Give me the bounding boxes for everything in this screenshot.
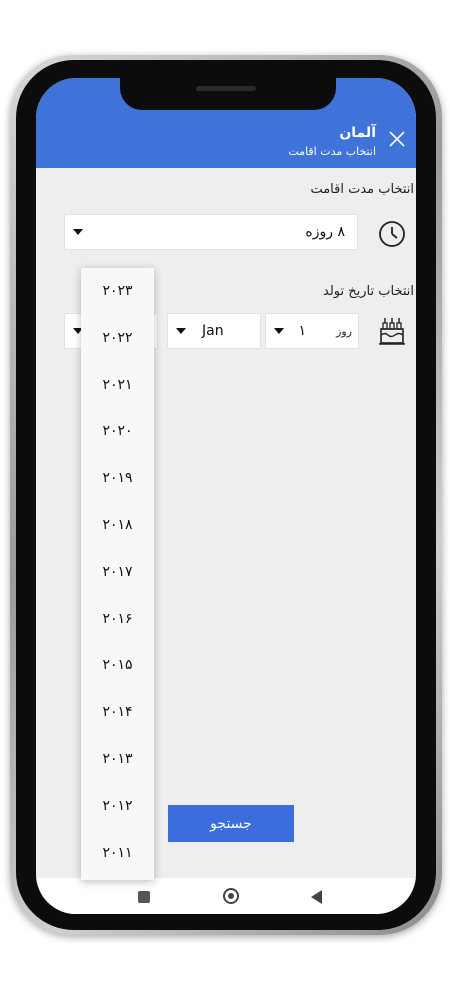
caret-down-icon (274, 328, 284, 334)
stay-duration-label: انتخاب مدت اقامت (310, 182, 414, 197)
month-value: Jan (202, 323, 224, 339)
nav-recent-icon[interactable] (138, 891, 150, 903)
android-nav-bar (36, 878, 416, 914)
nav-back-icon[interactable] (311, 890, 322, 904)
year-option[interactable]: ۲۰۲۲ (81, 315, 154, 362)
year-option[interactable]: ۲۰۲۰ (81, 408, 154, 455)
page-title: آلمان (339, 125, 376, 141)
birthday-cake-icon (379, 318, 405, 345)
year-option[interactable]: ۲۰۱۸ (81, 502, 154, 549)
day-value: ۱ (298, 323, 306, 339)
app-screen: آلمان انتخاب مدت اقامت انتخاب مدت اقامت … (36, 78, 416, 914)
day-hint: روز (336, 325, 352, 338)
caret-down-icon (73, 229, 83, 235)
year-option[interactable]: ۲۰۱۶ (81, 596, 154, 643)
year-option[interactable]: ۲۰۱۹ (81, 455, 154, 502)
search-button[interactable]: جستجو (168, 805, 294, 842)
year-option[interactable]: ۲۰۲۳ (81, 268, 154, 315)
year-option[interactable]: ۲۰۱۱ (81, 830, 154, 877)
year-dropdown-menu: ۲۰۲۳ ۲۰۲۲ ۲۰۲۱ ۲۰۲۰ ۲۰۱۹ ۲۰۱۸ ۲۰۱۷ ۲۰۱۶ ۲۰۱۵ ۲۰۱۴… (81, 268, 154, 880)
year-option[interactable]: ۲۰۱۳ (81, 736, 154, 783)
phone-speaker (196, 86, 256, 91)
stay-duration-select[interactable]: ۸ روزه (64, 214, 358, 250)
year-option[interactable]: ۲۰۱۴ (81, 689, 154, 736)
page-subtitle: انتخاب مدت اقامت (288, 145, 376, 158)
clock-icon (379, 221, 405, 247)
stay-duration-value: ۸ روزه (305, 224, 345, 240)
caret-down-icon (176, 328, 186, 334)
birth-date-label: انتخاب تاریخ تولد (323, 284, 414, 299)
day-select[interactable]: ۱ روز (265, 313, 359, 349)
phone-notch (120, 78, 336, 110)
year-option[interactable]: ۲۰۱۷ (81, 549, 154, 596)
year-option[interactable]: ۲۰۱۵ (81, 642, 154, 689)
nav-home-icon[interactable] (223, 888, 239, 904)
year-option[interactable]: ۲۰۱۲ (81, 783, 154, 830)
close-icon[interactable] (388, 130, 406, 148)
year-option[interactable]: ۲۰۲۱ (81, 362, 154, 409)
month-select[interactable]: Jan (167, 313, 261, 349)
